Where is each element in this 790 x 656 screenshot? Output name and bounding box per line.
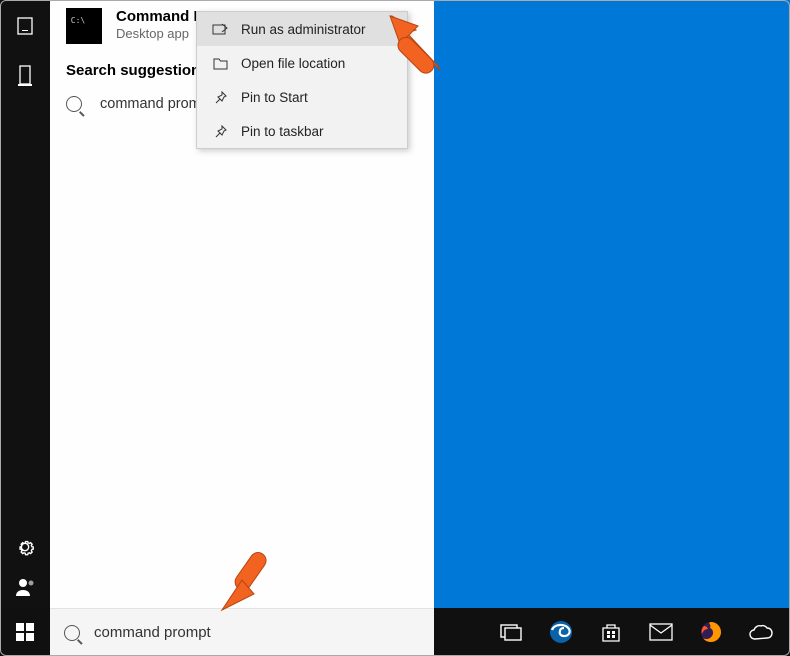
menu-open-file-location[interactable]: Open file location xyxy=(197,46,407,80)
search-box[interactable] xyxy=(50,608,434,656)
firefox-icon[interactable] xyxy=(688,608,734,656)
command-prompt-icon xyxy=(66,8,102,44)
start-rail xyxy=(0,0,50,608)
menu-item-label: Run as administrator xyxy=(241,22,366,37)
search-icon xyxy=(66,96,82,112)
admin-shield-icon xyxy=(211,21,229,37)
pin-icon xyxy=(211,123,229,139)
onedrive-icon[interactable] xyxy=(738,608,784,656)
settings-icon[interactable] xyxy=(14,536,36,558)
menu-item-label: Pin to taskbar xyxy=(241,124,324,139)
start-button[interactable] xyxy=(0,608,50,656)
context-menu: Run as administrator Open file location … xyxy=(196,11,408,149)
menu-run-as-admin[interactable]: Run as administrator xyxy=(197,12,407,46)
user-icon[interactable] xyxy=(14,576,36,598)
menu-pin-to-start[interactable]: Pin to Start xyxy=(197,80,407,114)
folder-icon xyxy=(211,55,229,71)
search-input[interactable] xyxy=(94,624,420,641)
store-icon[interactable] xyxy=(588,608,634,656)
menu-item-label: Open file location xyxy=(241,56,345,71)
menu-item-label: Pin to Start xyxy=(241,90,308,105)
task-view-icon[interactable] xyxy=(488,608,534,656)
pin-icon xyxy=(211,89,229,105)
menu-pin-to-taskbar[interactable]: Pin to taskbar xyxy=(197,114,407,148)
edge-browser-icon[interactable] xyxy=(538,608,584,656)
search-icon xyxy=(64,625,80,641)
rail-icon-1[interactable] xyxy=(14,15,36,37)
rail-icon-2[interactable] xyxy=(14,65,36,87)
mail-icon[interactable] xyxy=(638,608,684,656)
